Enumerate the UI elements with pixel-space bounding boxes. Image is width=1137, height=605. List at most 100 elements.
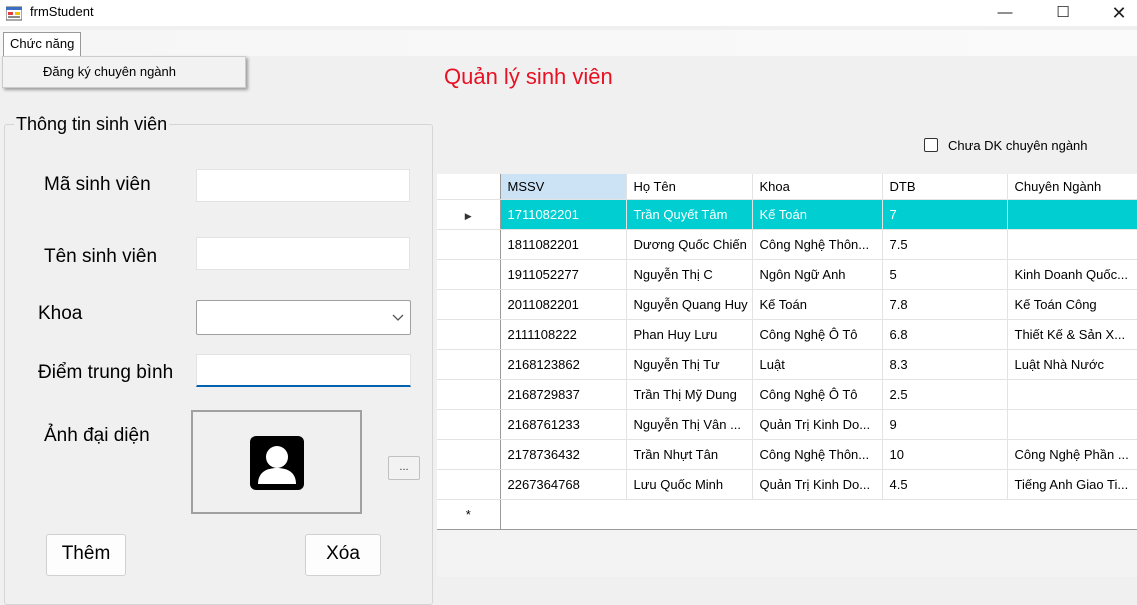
table-row[interactable]: 2168761233 Nguyễn Thị Vân ... Quản Trị Kin… <box>437 409 1137 440</box>
table-cell[interactable]: Phan Huy Lưu <box>626 319 753 350</box>
table-cell[interactable]: Kế Toán Công <box>1007 289 1137 320</box>
table-cell[interactable]: 1911052277 <box>500 259 627 290</box>
row-header[interactable] <box>437 319 501 350</box>
column-header-ho-ten[interactable]: Họ Tên <box>626 174 753 200</box>
menu-item-register-major[interactable]: Đăng ký chuyên ngành <box>43 64 176 79</box>
table-row[interactable]: ▶ 1711082201 Trần Quyết Tâm Kế Toán 7 <box>437 199 1137 230</box>
table-cell[interactable]: 1811082201 <box>500 229 627 260</box>
table-cell[interactable]: 9 <box>882 409 1008 440</box>
table-cell[interactable]: Quản Trị Kinh Do... <box>752 409 883 440</box>
table-row[interactable]: 1911052277 Nguyễn Thị C Ngôn Ngữ Anh 5 Kinh … <box>437 259 1137 290</box>
student-id-label: Mã sinh viên <box>44 174 151 195</box>
column-header-khoa[interactable]: Khoa <box>752 174 883 200</box>
table-row[interactable]: 2011082201 Nguyễn Quang Huy Kế Toán 7.8 Kế T… <box>437 289 1137 320</box>
row-header[interactable] <box>437 289 501 320</box>
table-cell[interactable]: Công Nghệ Thôn... <box>752 439 883 470</box>
student-name-input[interactable] <box>196 237 410 270</box>
table-cell[interactable]: Kinh Doanh Quốc... <box>1007 259 1137 290</box>
table-cell[interactable]: 5 <box>882 259 1008 290</box>
table-cell[interactable]: Trần Quyết Tâm <box>626 199 753 230</box>
table-cell[interactable]: Quản Trị Kinh Do... <box>752 469 883 500</box>
table-cell[interactable]: Công Nghệ Ô Tô <box>752 379 883 410</box>
table-row[interactable]: 2178736432 Trần Nhựt Tân Công Nghệ Thôn...… <box>437 439 1137 470</box>
table-cell[interactable]: 4.5 <box>882 469 1008 500</box>
table-cell[interactable]: 6.8 <box>882 319 1008 350</box>
table-cell[interactable]: Lưu Quốc Minh <box>626 469 753 500</box>
table-cell[interactable]: 1711082201 <box>500 199 627 230</box>
table-cell[interactable]: 2.5 <box>882 379 1008 410</box>
table-cell[interactable]: 2111108222 <box>500 319 627 350</box>
column-header-mssv[interactable]: MSSV <box>500 174 627 200</box>
row-header[interactable] <box>437 409 501 440</box>
table-cell[interactable]: 10 <box>882 439 1008 470</box>
table-cell[interactable] <box>1007 199 1137 230</box>
table-cell[interactable]: Nguyễn Thị C <box>626 259 753 290</box>
new-row-header[interactable]: * <box>437 499 501 530</box>
table-cell[interactable]: 7.8 <box>882 289 1008 320</box>
menu-dropdown: Đăng ký chuyên ngành <box>2 56 246 88</box>
table-row[interactable]: 2267364768 Lưu Quốc Minh Quản Trị Kinh Do.… <box>437 469 1137 500</box>
browse-avatar-button[interactable]: ... <box>388 456 420 480</box>
close-button[interactable]: ✕ <box>1096 0 1137 26</box>
table-cell[interactable]: Nguyễn Quang Huy <box>626 289 753 320</box>
table-cell[interactable]: 2168729837 <box>500 379 627 410</box>
delete-button[interactable]: Xóa <box>305 534 381 576</box>
row-header[interactable] <box>437 229 501 260</box>
table-cell[interactable]: 7 <box>882 199 1008 230</box>
new-row-cell[interactable] <box>500 499 1137 530</box>
minimize-button[interactable]: — <box>982 0 1028 26</box>
menu-chuc-nang[interactable]: Chức năng <box>3 32 82 56</box>
table-cell[interactable]: Luật Nhà Nước <box>1007 349 1137 380</box>
menu-bar: Chức năng <box>0 30 1137 56</box>
table-cell[interactable]: Thiết Kế & Sản X... <box>1007 319 1137 350</box>
table-cell[interactable]: Dương Quốc Chiến <box>626 229 753 260</box>
row-header[interactable] <box>437 379 501 410</box>
row-header[interactable] <box>437 439 501 470</box>
add-button[interactable]: Thêm <box>46 534 126 576</box>
table-cell[interactable]: Kế Toán <box>752 199 883 230</box>
table-row[interactable]: 1811082201 Dương Quốc Chiến Công Nghệ Thôn… <box>437 229 1137 260</box>
student-datagrid[interactable]: MSSV Họ Tên Khoa DTB Chuyên Ngành ▶ 17110… <box>437 174 1137 577</box>
gpa-input[interactable] <box>196 354 411 387</box>
faculty-label: Khoa <box>38 303 83 324</box>
new-row[interactable]: * <box>437 499 1137 530</box>
table-cell[interactable]: Nguyễn Thị Vân ... <box>626 409 753 440</box>
table-cell[interactable]: Trần Nhựt Tân <box>626 439 753 470</box>
row-header[interactable] <box>437 349 501 380</box>
table-cell[interactable]: 2178736432 <box>500 439 627 470</box>
table-row[interactable]: 2168729837 Trần Thị Mỹ Dung Công Nghệ Ô Tô… <box>437 379 1137 410</box>
table-cell[interactable]: 7.5 <box>882 229 1008 260</box>
table-cell[interactable]: 8.3 <box>882 349 1008 380</box>
faculty-select[interactable] <box>196 300 411 335</box>
table-cell[interactable]: Kế Toán <box>752 289 883 320</box>
row-header[interactable]: ▶ <box>437 199 501 230</box>
unregistered-checkbox[interactable] <box>924 138 938 152</box>
avatar-picturebox[interactable] <box>191 410 362 514</box>
table-cell[interactable]: Trần Thị Mỹ Dung <box>626 379 753 410</box>
avatar-label: Ảnh đại diện <box>44 425 150 446</box>
table-cell[interactable]: 2267364768 <box>500 469 627 500</box>
student-name-label: Tên sinh viên <box>44 246 158 267</box>
table-cell[interactable]: Công Nghệ Phần ... <box>1007 439 1137 470</box>
column-header-chuyen-nganh[interactable]: Chuyên Ngành <box>1007 174 1137 200</box>
table-row[interactable]: 2111108222 Phan Huy Lưu Công Nghệ Ô Tô 6.8 T… <box>437 319 1137 350</box>
table-cell[interactable]: Công Nghệ Thôn... <box>752 229 883 260</box>
app-form-icon <box>6 6 22 21</box>
table-cell[interactable]: Luật <box>752 349 883 380</box>
table-cell[interactable] <box>1007 409 1137 440</box>
table-row[interactable]: 2168123862 Nguyễn Thị Tư Luật 8.3 Luật Nhà N… <box>437 349 1137 380</box>
table-cell[interactable]: Nguyễn Thị Tư <box>626 349 753 380</box>
table-cell[interactable]: 2168123862 <box>500 349 627 380</box>
table-cell[interactable]: 2168761233 <box>500 409 627 440</box>
table-cell[interactable] <box>1007 229 1137 260</box>
maximize-button[interactable]: ☐ <box>1040 0 1086 26</box>
row-header[interactable] <box>437 469 501 500</box>
table-cell[interactable]: Tiếng Anh Giao Ti... <box>1007 469 1137 500</box>
table-cell[interactable]: 2011082201 <box>500 289 627 320</box>
column-header-dtb[interactable]: DTB <box>882 174 1008 200</box>
table-cell[interactable] <box>1007 379 1137 410</box>
table-cell[interactable]: Công Nghệ Ô Tô <box>752 319 883 350</box>
row-header[interactable] <box>437 259 501 290</box>
student-id-input[interactable] <box>196 169 410 202</box>
table-cell[interactable]: Ngôn Ngữ Anh <box>752 259 883 290</box>
